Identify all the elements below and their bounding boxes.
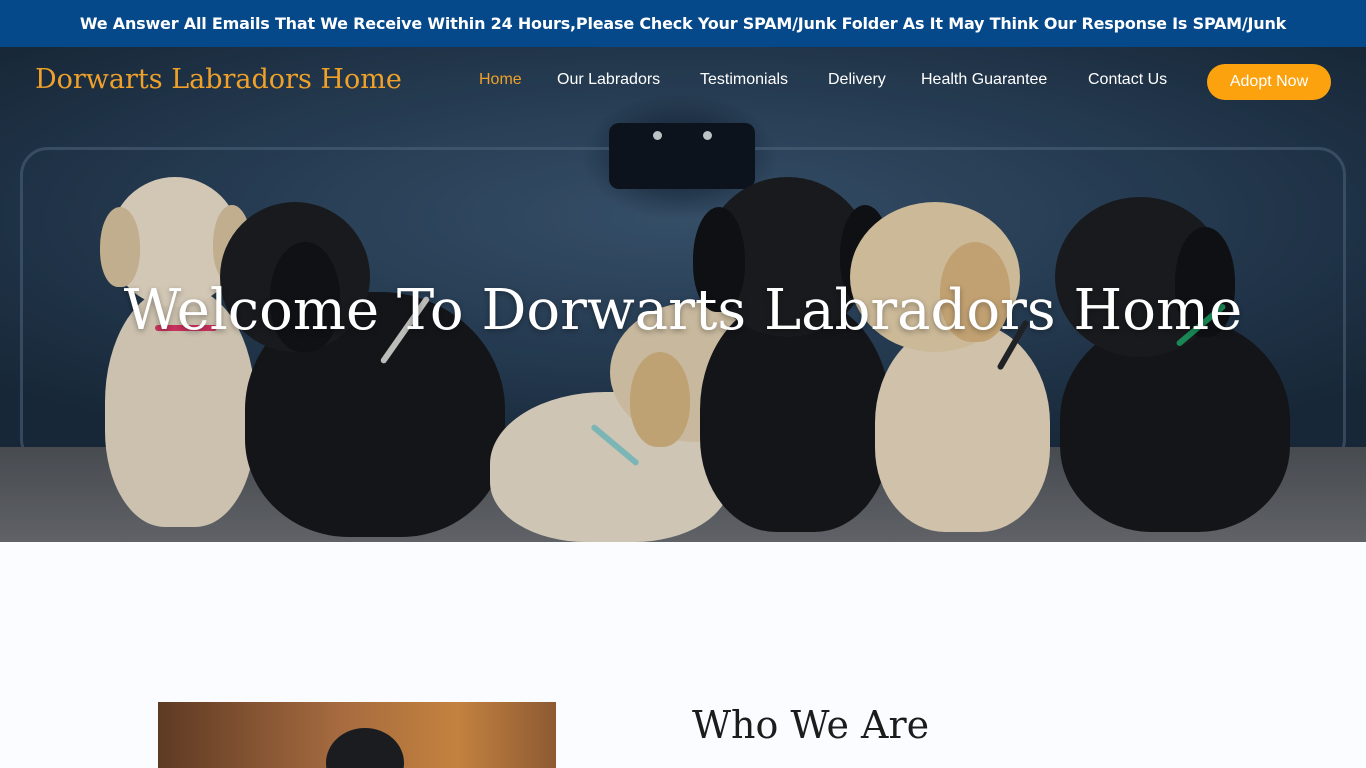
about-photo-dog [326, 728, 404, 768]
adopt-now-button[interactable]: Adopt Now [1207, 64, 1331, 100]
nav-contact-us[interactable]: Contact Us [1088, 71, 1167, 89]
nav-our-labradors[interactable]: Our Labradors [557, 71, 660, 89]
announcement-text: We Answer All Emails That We Receive Wit… [79, 14, 1287, 33]
about-section-title: Who We Are [692, 703, 930, 747]
hero-title: Welcome To Dorwarts Labradors Home [123, 278, 1243, 343]
nav-testimonials[interactable]: Testimonials [700, 71, 788, 89]
main-nav: Home Our Labradors Testimonials Delivery… [0, 71, 1366, 93]
nav-home[interactable]: Home [479, 71, 522, 89]
nav-delivery[interactable]: Delivery [828, 71, 886, 89]
announcement-bar: We Answer All Emails That We Receive Wit… [0, 0, 1366, 47]
about-photo [158, 702, 556, 768]
nav-health-guarantee[interactable]: Health Guarantee [921, 71, 1047, 89]
